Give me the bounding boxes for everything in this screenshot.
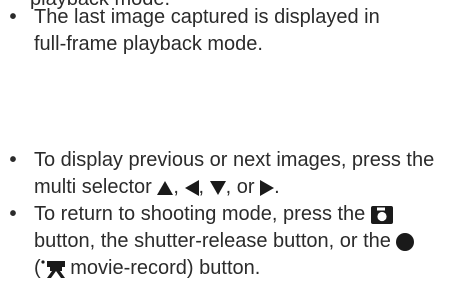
bullet-marker: • (9, 6, 17, 28)
line-text: . (274, 176, 280, 198)
line-text: To return to shooting mode, press the (34, 203, 366, 225)
bullet-item-navigate: • To display previous or next images, pr… (4, 147, 454, 201)
bullet-line: full-frame playback mode. (34, 33, 263, 55)
bullet-line: multi selector , , , or . (34, 174, 454, 201)
line-text: movie-record) button. (64, 257, 261, 279)
bullet-line: The last image captured is displayed in (34, 6, 380, 28)
bullet-item-return: • To return to shooting mode, press the … (4, 201, 454, 282)
record-dot-icon (396, 232, 415, 251)
bullet-line: button, the shutter-release button, or t… (34, 228, 454, 255)
bullet-text: To display previous or next images, pres… (34, 147, 454, 201)
bullet-marker: • (9, 149, 17, 171)
bullet-item-playback: • The last image captured is displayed i… (4, 4, 454, 58)
line-text: button, the shutter-release button, or t… (34, 230, 391, 252)
line-text: multi selector (34, 176, 152, 198)
left-triangle-icon (184, 179, 199, 196)
down-triangle-icon (209, 180, 226, 195)
bullet-line: To display previous or next images, pres… (34, 149, 435, 171)
bullet-marker: • (9, 203, 17, 225)
bullet-text: To return to shooting mode, press the bu… (34, 201, 454, 282)
camera-icon (370, 205, 393, 224)
line-text: ( (34, 257, 41, 279)
separator: , or (225, 176, 255, 198)
separator: , (173, 176, 179, 198)
up-triangle-icon (157, 180, 174, 195)
bullet-line: ( movie-record) button. (34, 255, 454, 282)
bullet-text: The last image captured is displayed in … (34, 4, 454, 58)
right-triangle-icon (260, 179, 275, 196)
bullet-line: To return to shooting mode, press the (34, 201, 454, 228)
separator: , (198, 176, 205, 198)
movie-camera-icon (41, 260, 65, 278)
